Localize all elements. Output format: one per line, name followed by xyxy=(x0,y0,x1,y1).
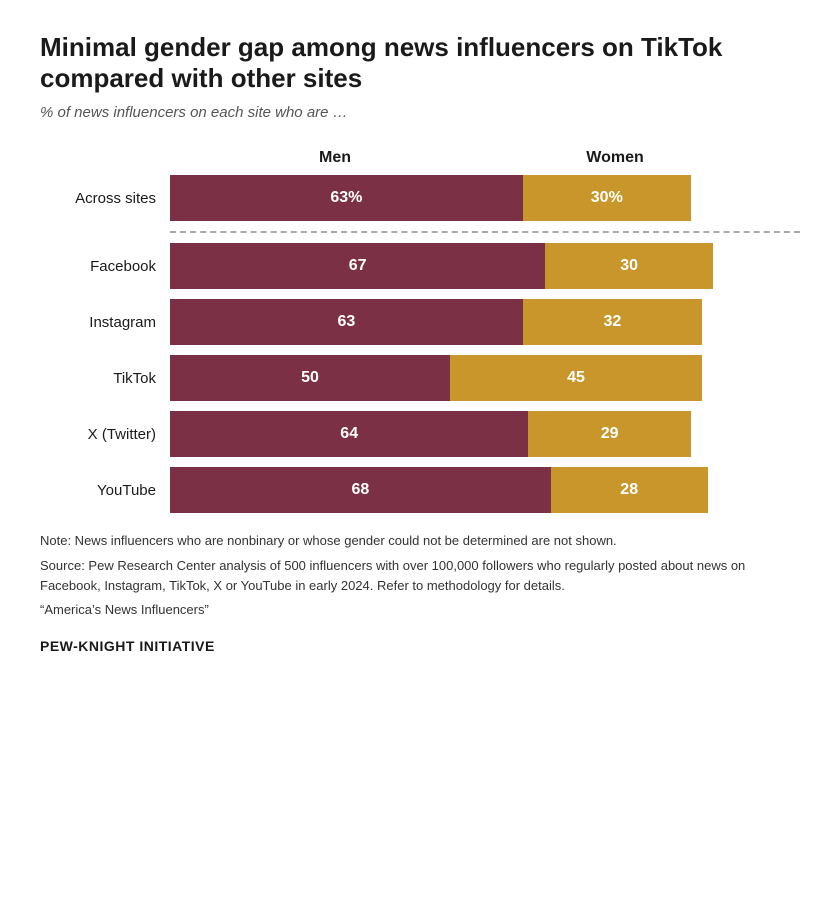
bar-container: 5045 xyxy=(170,355,800,401)
bar-container: 63%30% xyxy=(170,175,800,221)
bars-container: Across sites63%30%Facebook6730Instagram6… xyxy=(40,175,800,513)
chart-subtitle: % of news influencers on each site who a… xyxy=(40,104,800,121)
divider-line xyxy=(170,231,800,233)
bar-men: 68 xyxy=(170,467,551,513)
bar-women: 30% xyxy=(523,175,691,221)
bar-label: Instagram xyxy=(40,314,170,331)
bar-women: 28 xyxy=(551,467,708,513)
note-text: Note: News influencers who are nonbinary… xyxy=(40,531,800,551)
bar-row: Across sites63%30% xyxy=(40,175,800,221)
bar-label: X (Twitter) xyxy=(40,426,170,443)
bar-row: X (Twitter)6429 xyxy=(40,411,800,457)
bar-row: Facebook6730 xyxy=(40,243,800,289)
pew-brand: PEW-KNIGHT INITIATIVE xyxy=(40,638,800,654)
bar-container: 6332 xyxy=(170,299,800,345)
chart-title: Minimal gender gap among news influencer… xyxy=(40,32,740,94)
notes-section: Note: News influencers who are nonbinary… xyxy=(40,531,800,620)
bar-men: 63 xyxy=(170,299,523,345)
bar-container: 6429 xyxy=(170,411,800,457)
quote-text: “America’s News Influencers” xyxy=(40,600,800,620)
bar-women: 30 xyxy=(545,243,713,289)
bar-women: 29 xyxy=(528,411,690,457)
bar-container: 6730 xyxy=(170,243,800,289)
bar-women: 32 xyxy=(523,299,702,345)
bar-men: 64 xyxy=(170,411,528,457)
bar-row: Instagram6332 xyxy=(40,299,800,345)
legend-women: Women xyxy=(490,149,740,167)
bar-label: YouTube xyxy=(40,482,170,499)
bar-row: YouTube6828 xyxy=(40,467,800,513)
bar-label: TikTok xyxy=(40,370,170,387)
bar-men: 63% xyxy=(170,175,523,221)
bar-container: 6828 xyxy=(170,467,800,513)
source-text: Source: Pew Research Center analysis of … xyxy=(40,556,800,596)
bar-men: 50 xyxy=(170,355,450,401)
divider xyxy=(40,231,800,233)
legend-men: Men xyxy=(180,149,490,167)
chart-legend: Men Women xyxy=(180,149,800,167)
bar-women: 45 xyxy=(450,355,702,401)
bar-label: Facebook xyxy=(40,258,170,275)
chart-area: Men Women Across sites63%30%Facebook6730… xyxy=(40,149,800,513)
bar-row: TikTok5045 xyxy=(40,355,800,401)
bar-men: 67 xyxy=(170,243,545,289)
bar-label: Across sites xyxy=(40,190,170,207)
